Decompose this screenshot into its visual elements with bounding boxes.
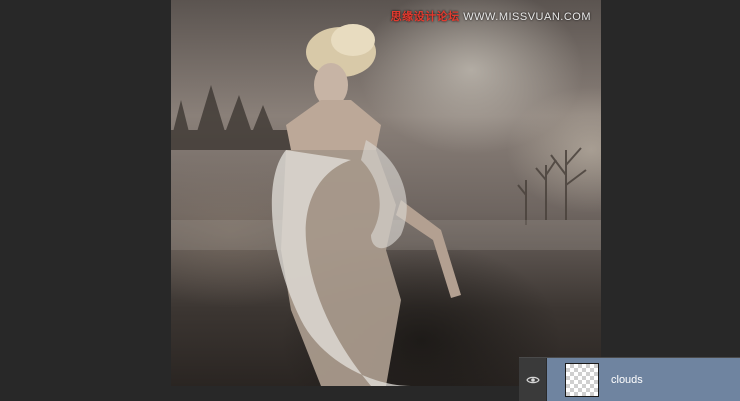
figure bbox=[271, 24, 461, 386]
layer-row-clouds[interactable]: clouds bbox=[519, 357, 740, 401]
watermark: 思缘设计论坛 WWW.MISSVUAN.COM bbox=[391, 8, 591, 24]
layer-name[interactable]: clouds bbox=[611, 374, 643, 386]
watermark-cn: 思缘设计论坛 bbox=[390, 11, 460, 23]
watermark-url: WWW.MISSVUAN.COM bbox=[463, 11, 591, 23]
document-canvas[interactable]: 思缘设计论坛 WWW.MISSVUAN.COM bbox=[171, 0, 601, 386]
layer-visibility-toggle[interactable] bbox=[519, 358, 547, 401]
layer-thumbnail[interactable] bbox=[565, 362, 599, 397]
canvas-artwork bbox=[171, 24, 601, 386]
trees-left bbox=[171, 85, 291, 150]
eye-icon bbox=[525, 376, 540, 383]
trees-right bbox=[517, 147, 587, 225]
